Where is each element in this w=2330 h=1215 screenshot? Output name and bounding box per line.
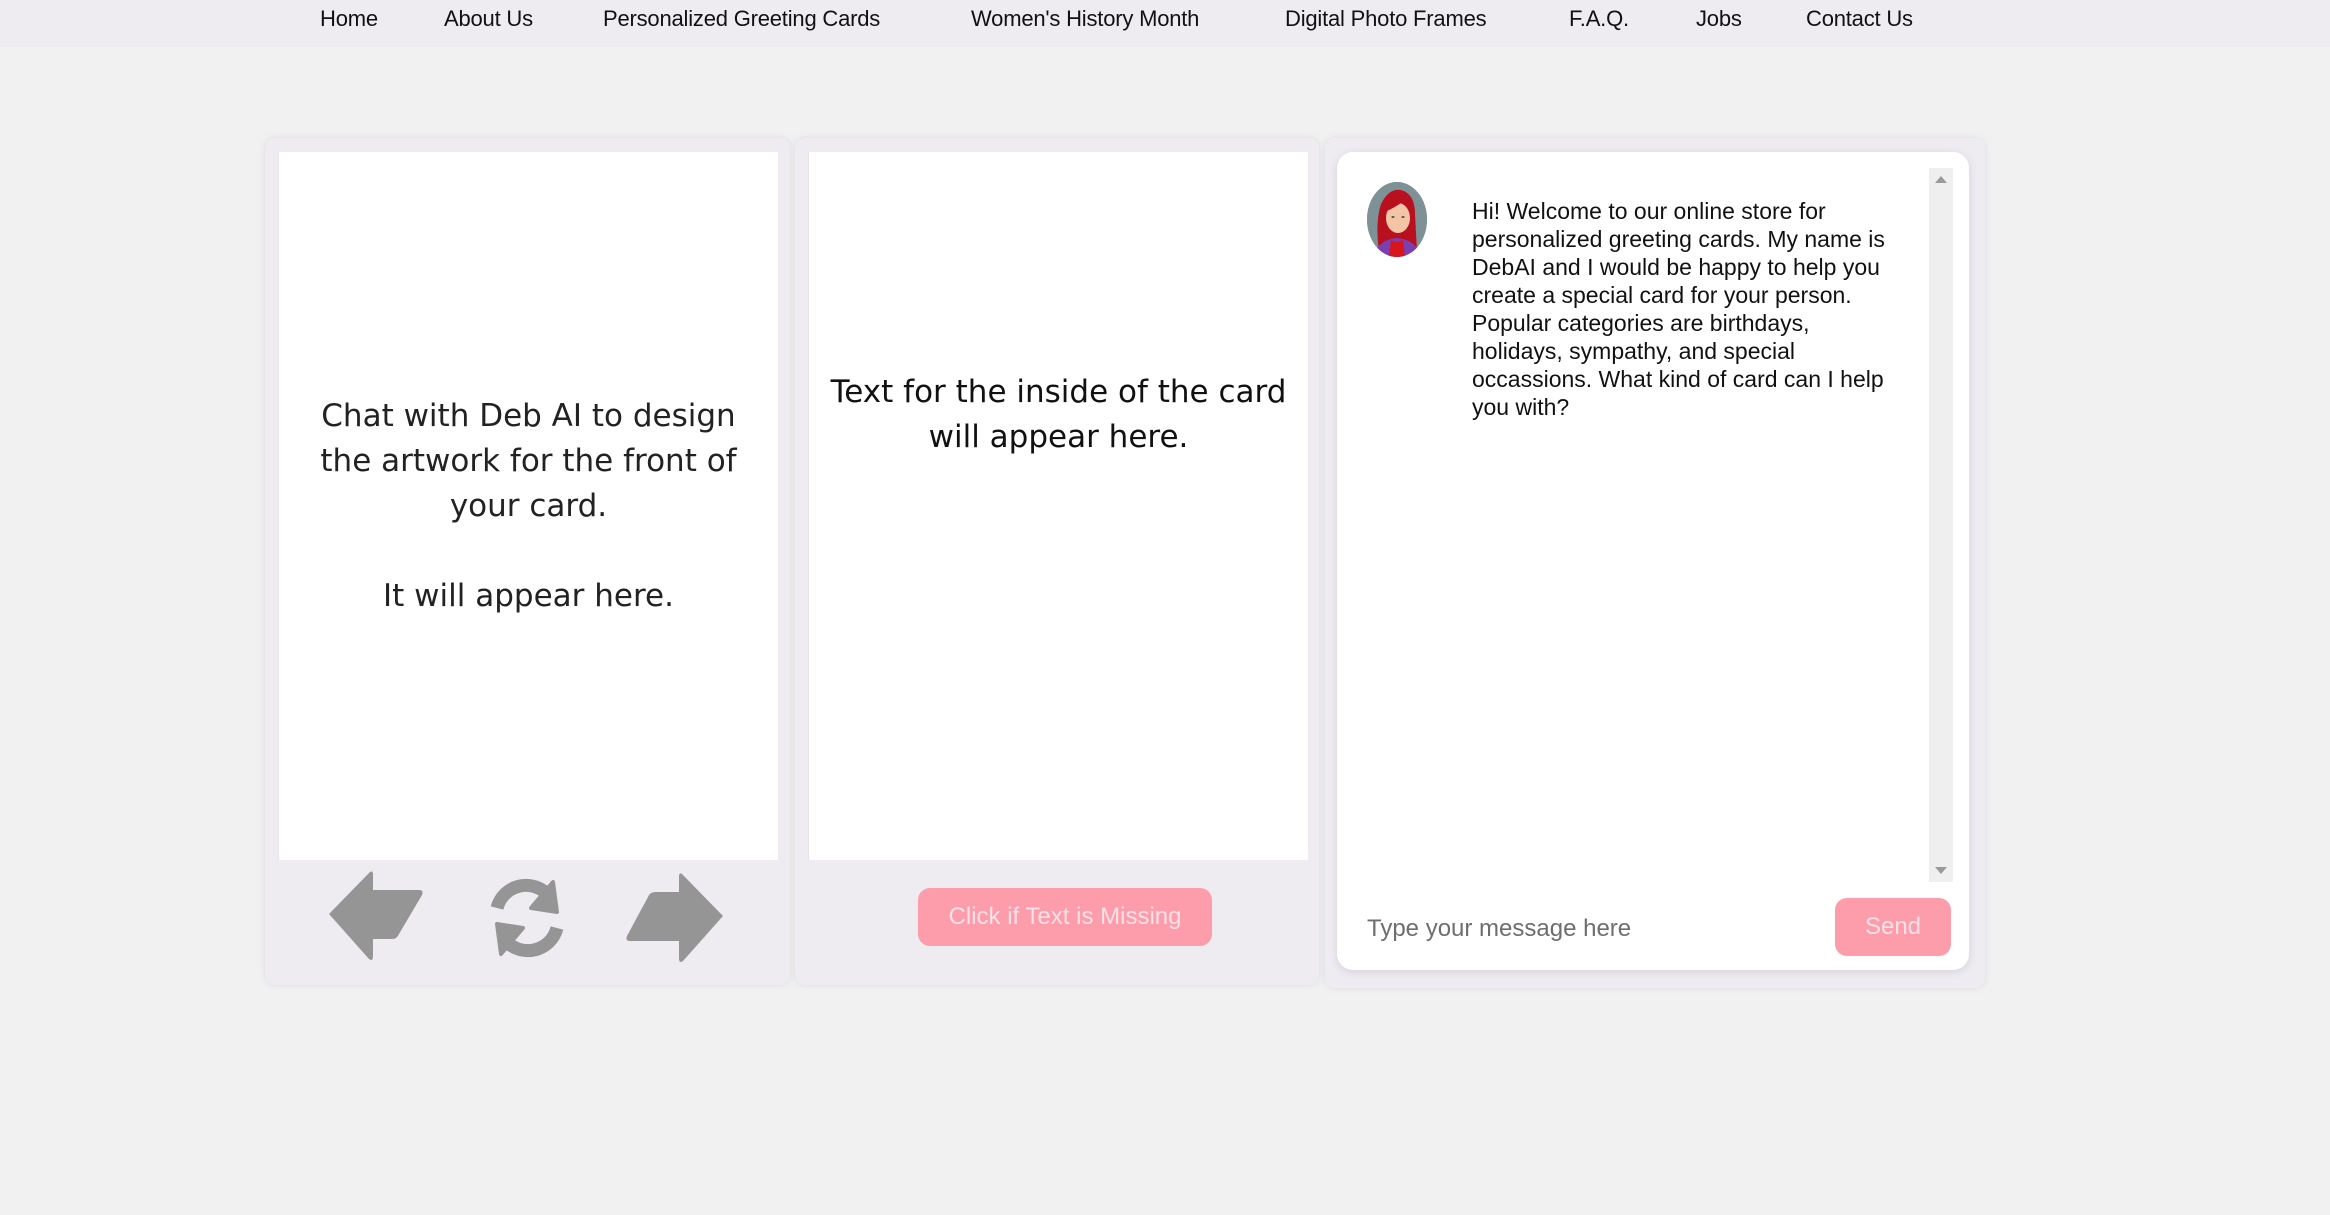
chat-panel: Hi! Welcome to our online store for pers… bbox=[1325, 138, 1985, 988]
inside-card-preview: Text for the inside of the card will app… bbox=[808, 152, 1308, 860]
bot-message: Hi! Welcome to our online store for pers… bbox=[1472, 198, 1885, 420]
message-input[interactable] bbox=[1357, 904, 1827, 954]
front-card-preview: Chat with Deb AI to design the artwork f… bbox=[278, 152, 778, 860]
nav-about-us[interactable]: About Us bbox=[444, 6, 533, 32]
nav-jobs[interactable]: Jobs bbox=[1696, 6, 1742, 32]
chat-window: Hi! Welcome to our online store for pers… bbox=[1337, 152, 1969, 970]
front-card-panel: Chat with Deb AI to design the artwork f… bbox=[265, 138, 790, 985]
previous-design-button[interactable] bbox=[327, 868, 427, 964]
nav-womens-history-month[interactable]: Women's History Month bbox=[971, 6, 1199, 32]
front-card-instructions: Chat with Deb AI to design the artwork f… bbox=[320, 397, 737, 524]
front-card-appear-note: It will appear here. bbox=[383, 577, 674, 614]
nav-digital-photo-frames[interactable]: Digital Photo Frames bbox=[1285, 6, 1487, 32]
inside-card-panel: Text for the inside of the card will app… bbox=[795, 138, 1319, 985]
inside-card-placeholder: Text for the inside of the card will app… bbox=[830, 374, 1287, 455]
front-card-controls bbox=[265, 868, 790, 978]
front-card-placeholder: Chat with Deb AI to design the artwork f… bbox=[299, 394, 758, 619]
left-arrow-icon bbox=[329, 871, 423, 960]
bot-avatar-icon bbox=[1367, 182, 1427, 257]
refresh-icon bbox=[490, 878, 564, 958]
next-design-button[interactable] bbox=[625, 870, 725, 966]
nav-personalized-greeting-cards[interactable]: Personalized Greeting Cards bbox=[603, 6, 880, 32]
top-navigation: Home About Us Personalized Greeting Card… bbox=[0, 0, 2330, 47]
scroll-down-icon[interactable] bbox=[1935, 867, 1947, 874]
scroll-up-icon[interactable] bbox=[1935, 176, 1947, 183]
deb-ai-avatar bbox=[1367, 182, 1427, 257]
chat-scrollbar[interactable] bbox=[1929, 168, 1953, 882]
nav-home[interactable]: Home bbox=[320, 6, 378, 32]
nav-contact-us[interactable]: Contact Us bbox=[1806, 6, 1913, 32]
regenerate-design-button[interactable] bbox=[487, 878, 567, 958]
nav-faq[interactable]: F.A.Q. bbox=[1569, 6, 1629, 32]
right-arrow-icon bbox=[626, 873, 723, 962]
chat-log: Hi! Welcome to our online store for pers… bbox=[1337, 152, 1927, 882]
text-missing-button[interactable]: Click if Text is Missing bbox=[918, 888, 1212, 946]
send-button[interactable]: Send bbox=[1835, 898, 1951, 956]
